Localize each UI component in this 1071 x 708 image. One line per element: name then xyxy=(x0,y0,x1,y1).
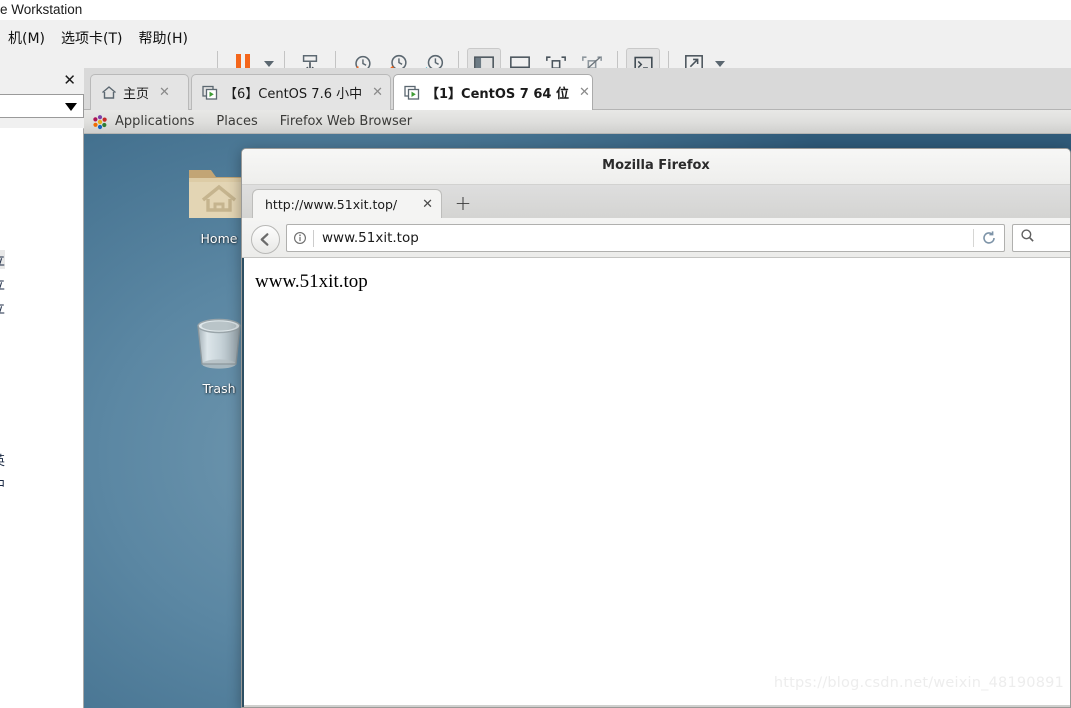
firefox-title-bar: Mozilla Firefox xyxy=(242,149,1070,185)
vm-tab-centos-76[interactable]: 【6】CentOS 7.6 小中 ✕ xyxy=(191,74,391,110)
back-button[interactable] xyxy=(251,225,280,254)
vm-library-panel: ✕ 立 立 立 英 中 xyxy=(0,68,84,708)
firefox-tab-label: http://www.51xit.top/ xyxy=(265,196,398,212)
firefox-window: Mozilla Firefox http://www.51xit.top/ ✕ … xyxy=(241,148,1071,708)
chevron-down-icon xyxy=(264,61,274,67)
search-bar[interactable] xyxy=(1012,224,1070,252)
library-tree-item[interactable]: 立 xyxy=(0,298,5,317)
library-header: ✕ xyxy=(0,68,84,94)
library-tree-item[interactable]: 立 xyxy=(0,250,6,269)
gnome-menu-applications[interactable]: Applications xyxy=(115,114,194,129)
vm-running-icon xyxy=(404,85,420,100)
library-tree-item[interactable]: 中 xyxy=(0,474,5,493)
vm-tab-label: 主页 xyxy=(123,87,150,102)
firefox-nav-bar: www.51xit.top xyxy=(242,218,1070,258)
vm-tab-home[interactable]: 主页 ✕ xyxy=(90,74,189,110)
reload-icon xyxy=(983,231,995,244)
home-icon xyxy=(101,85,117,100)
gnome-menu-places[interactable]: Places xyxy=(216,114,257,129)
gnome-applications-icon xyxy=(92,114,108,130)
gnome-desktop[interactable]: Home Trash Mozilla Firefox http://www.51… xyxy=(84,134,1071,708)
vmware-menu-bar: 机(M) 选项卡(T) 帮助(H) xyxy=(0,20,1071,80)
vmware-window-title: e Workstation xyxy=(0,2,83,17)
library-tree: 立 立 立 英 中 xyxy=(0,128,83,708)
chevron-down-icon xyxy=(65,103,77,111)
firefox-tab-bar: http://www.51xit.top/ ✕ + xyxy=(242,185,1070,218)
new-tab-button[interactable]: + xyxy=(452,193,474,215)
library-search-input[interactable] xyxy=(0,94,84,118)
firefox-tab[interactable]: http://www.51xit.top/ ✕ xyxy=(252,189,442,218)
vmware-tab-strip: 主页 ✕ 【6】CentOS 7.6 小中 ✕ 【1】CentOS 7 64 位… xyxy=(84,68,1071,110)
back-arrow-icon xyxy=(260,233,269,246)
url-bar[interactable]: www.51xit.top xyxy=(286,224,1005,252)
close-icon[interactable]: ✕ xyxy=(63,72,76,89)
vmware-menu-list: 机(M) 选项卡(T) 帮助(H) xyxy=(0,26,196,50)
vm-tab-label: 【1】CentOS 7 64 位 xyxy=(426,87,570,102)
vm-tab-centos7-64[interactable]: 【1】CentOS 7 64 位 ✕ xyxy=(393,74,593,110)
firefox-content-area[interactable]: www.51xit.top https://blog.csdn.net/weix… xyxy=(242,258,1070,707)
reload-button[interactable] xyxy=(973,229,1004,247)
close-icon[interactable]: ✕ xyxy=(579,85,590,100)
guest-screen: Applications Places Firefox Web Browser … xyxy=(84,110,1071,708)
search-icon xyxy=(1020,228,1035,248)
menu-help[interactable]: 帮助(H) xyxy=(131,26,196,50)
gnome-window-firefox[interactable]: Firefox Web Browser xyxy=(280,114,412,129)
menu-virtual-machine[interactable]: 机(M) xyxy=(0,26,53,50)
library-tree-item[interactable]: 立 xyxy=(0,274,5,293)
firefox-window-title: Mozilla Firefox xyxy=(602,158,710,173)
library-tree-item[interactable]: 英 xyxy=(0,450,5,469)
vm-tab-label: 【6】CentOS 7.6 小中 xyxy=(224,87,363,102)
url-input[interactable]: www.51xit.top xyxy=(314,230,973,246)
vmware-title-bar: e Workstation xyxy=(0,0,1071,20)
watermark-text: https://blog.csdn.net/weixin_48190891 xyxy=(773,675,1064,691)
vmware-workstation-window: e Workstation 机(M) 选项卡(T) 帮助(H) ✕ 主页 ✕ 【… xyxy=(0,0,1071,708)
gnome-top-panel: Applications Places Firefox Web Browser xyxy=(84,110,1071,134)
page-body-text: www.51xit.top xyxy=(255,271,368,292)
vm-running-icon xyxy=(202,85,218,100)
close-icon[interactable]: ✕ xyxy=(159,85,170,100)
content-bottom-edge xyxy=(244,705,1070,707)
menu-tabs[interactable]: 选项卡(T) xyxy=(53,26,130,50)
close-icon[interactable]: ✕ xyxy=(372,85,383,100)
info-circle-icon[interactable] xyxy=(287,231,313,245)
chevron-down-icon xyxy=(715,61,725,67)
close-icon[interactable]: ✕ xyxy=(422,197,433,212)
